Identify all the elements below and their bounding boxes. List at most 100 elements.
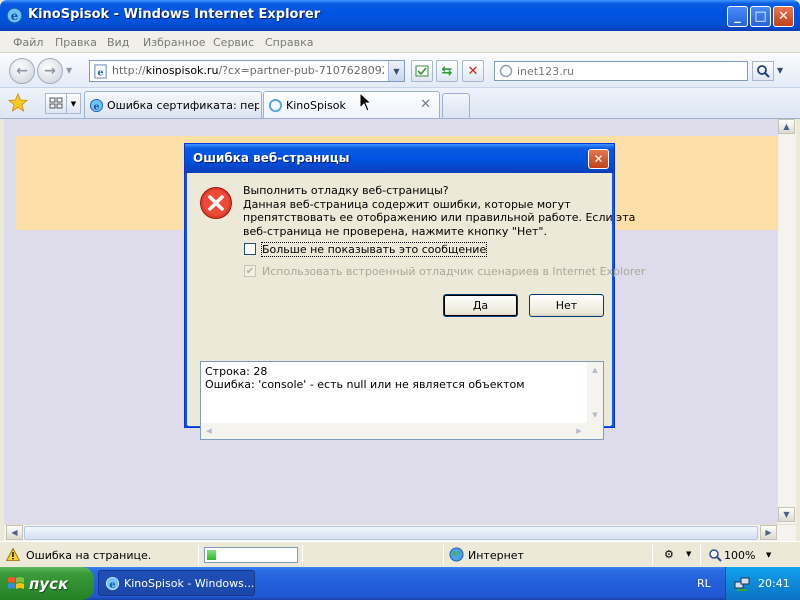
- webpage-error-dialog: Ошибка веб-страницы ✕ Выполнить отладку …: [184, 143, 645, 440]
- forward-button[interactable]: →: [37, 58, 63, 84]
- checkbox-label: Использовать встроенный отладчик сценари…: [262, 264, 646, 278]
- chevron-down-icon: ▼: [70, 99, 77, 108]
- maximize-button[interactable]: □: [750, 6, 771, 27]
- tab-list-dropdown[interactable]: ▼: [67, 93, 81, 114]
- error-icon: [200, 187, 232, 219]
- windows-flag-icon: [8, 576, 24, 589]
- taskbar-item-kinospisok[interactable]: e KinoSpisok - Windows...: [98, 570, 255, 596]
- dialog-close-button[interactable]: ✕: [588, 149, 609, 169]
- scroll-up-icon[interactable]: ▲: [778, 119, 795, 134]
- search-input[interactable]: inet123.ru: [494, 61, 748, 81]
- refresh-icon: ⇆: [441, 63, 453, 79]
- menu-favorites[interactable]: Избранное: [143, 36, 205, 49]
- scroll-right-icon[interactable]: ▶: [760, 525, 777, 540]
- status-separator: [700, 545, 701, 565]
- zoom-dropdown-icon[interactable]: ▼: [766, 551, 771, 559]
- network-icon[interactable]: [734, 576, 750, 592]
- scroll-up-icon[interactable]: ▲: [587, 362, 603, 378]
- tab-certificate-error[interactable]: e Ошибка сертификата: пер...: [84, 91, 262, 118]
- compatibility-button[interactable]: [411, 60, 433, 82]
- dialog-message: Выполнить отладку веб-страницы? Данная в…: [243, 184, 636, 238]
- forward-arrow-icon: →: [44, 63, 56, 79]
- loading-icon: [268, 98, 283, 113]
- scroll-down-icon[interactable]: ▼: [587, 407, 603, 423]
- details-vertical-scrollbar[interactable]: ▲ ▼: [587, 362, 603, 423]
- svg-text:e: e: [98, 67, 104, 78]
- checkbox[interactable]: [244, 243, 256, 255]
- protected-mode-icon[interactable]: ⚙: [664, 548, 674, 561]
- system-tray: 20:41: [725, 567, 800, 600]
- progress-bar: [204, 547, 298, 563]
- scroll-down-icon[interactable]: ▼: [778, 507, 795, 522]
- status-bar: Ошибка на странице. Интернет ⚙ ▼ 100% ▼: [0, 541, 800, 567]
- menu-edit[interactable]: Правка: [55, 36, 97, 49]
- internet-explorer-icon: e: [89, 98, 104, 112]
- menu-help[interactable]: Справка: [265, 36, 313, 49]
- taskbar: пуск e KinoSpisok - Windows... RL 20:41: [0, 567, 800, 600]
- clock[interactable]: 20:41: [758, 577, 790, 590]
- dialog-title-bar[interactable]: Ошибка веб-страницы ✕: [185, 144, 614, 173]
- tab-kinospisok[interactable]: KinoSpisok ✕: [263, 91, 440, 118]
- close-button[interactable]: ✕: [773, 6, 794, 27]
- message-line: Выполнить отладку веб-страницы?: [243, 184, 449, 197]
- status-separator: [652, 545, 653, 565]
- back-button[interactable]: ←: [9, 58, 35, 84]
- security-zone[interactable]: Интернет: [468, 549, 524, 562]
- chevron-down-icon[interactable]: ▼: [686, 550, 691, 558]
- details-horizontal-scrollbar[interactable]: ◀ ▶: [201, 423, 603, 439]
- no-button[interactable]: Нет: [529, 294, 604, 317]
- message-line: Данная веб-страница содержит ошибки, кот…: [243, 197, 571, 211]
- menu-tools[interactable]: Сервис: [213, 36, 254, 49]
- address-url[interactable]: http://kinospisok.ru/?cx=partner-pub-710…: [112, 64, 384, 77]
- scroll-left-icon[interactable]: ◀: [6, 525, 23, 540]
- close-icon: ✕: [593, 152, 604, 166]
- error-details-box[interactable]: Строка: 28 Ошибка: 'console' - есть null…: [200, 361, 604, 440]
- zoom-level[interactable]: 100%: [724, 549, 755, 562]
- tab-bar: ▼ e Ошибка сертификата: пер... KinoSpiso…: [0, 88, 800, 119]
- menu-view[interactable]: Вид: [107, 36, 129, 49]
- checkbox-checked-disabled: ✔: [244, 265, 256, 277]
- close-tab-icon[interactable]: ✕: [420, 97, 431, 112]
- svg-text:e: e: [11, 9, 18, 23]
- svg-text:e: e: [94, 101, 100, 112]
- scroll-left-icon[interactable]: ◀: [201, 423, 217, 439]
- dont-show-again-checkbox[interactable]: Больше не показывать это сообщение: [244, 241, 488, 257]
- checkbox-label: Больше не показывать это сообщение: [260, 241, 488, 257]
- history-dropdown-icon[interactable]: ▼: [66, 66, 72, 75]
- warning-icon[interactable]: [6, 548, 20, 561]
- quick-tabs-button[interactable]: [45, 93, 67, 114]
- taskbar-item-label: KinoSpisok - Windows...: [124, 577, 255, 590]
- zoom-icon[interactable]: [708, 548, 722, 562]
- new-tab-button[interactable]: [442, 93, 470, 118]
- refresh-button[interactable]: ⇆: [436, 60, 458, 82]
- menu-file[interactable]: Файл: [13, 36, 43, 49]
- stop-icon: ✕: [467, 63, 479, 79]
- stop-button[interactable]: ✕: [462, 60, 484, 82]
- minimize-button[interactable]: _: [727, 6, 748, 27]
- vertical-scrollbar[interactable]: ▲ ▼: [777, 119, 796, 524]
- status-text[interactable]: Ошибка на странице.: [26, 549, 151, 562]
- horizontal-scrollbar[interactable]: ◀ ▶: [4, 524, 796, 541]
- language-indicator[interactable]: RL: [697, 577, 711, 590]
- favorites-star-icon[interactable]: [8, 93, 28, 113]
- yes-button[interactable]: Да: [443, 294, 518, 317]
- message-line: препятствовать ее отображению или правил…: [243, 211, 636, 224]
- globe-icon: [449, 547, 464, 562]
- dialog-title: Ошибка веб-страницы: [193, 151, 350, 165]
- scroll-thumb[interactable]: [24, 526, 758, 540]
- message-line: веб-страница не проверена, нажмите кнопк…: [243, 224, 547, 238]
- error-description: Ошибка: 'console' - есть null или не явл…: [205, 378, 525, 391]
- search-provider-icon: [499, 64, 513, 78]
- mouse-cursor-icon: [359, 92, 373, 112]
- window-title-bar[interactable]: e KinoSpisok - Windows Internet Explorer…: [0, 0, 800, 31]
- search-placeholder: inet123.ru: [517, 65, 575, 78]
- internet-explorer-icon: e: [105, 576, 120, 590]
- search-options-dropdown-icon[interactable]: ▼: [777, 66, 783, 75]
- compatibility-view-icon: [415, 65, 429, 77]
- start-button[interactable]: пуск: [0, 567, 94, 600]
- scroll-right-icon[interactable]: ▶: [571, 423, 587, 439]
- address-bar[interactable]: e http://kinospisok.ru/?cx=partner-pub-7…: [89, 60, 405, 82]
- search-button[interactable]: [752, 61, 774, 81]
- status-separator: [443, 545, 444, 565]
- address-dropdown-icon[interactable]: ▼: [388, 61, 404, 81]
